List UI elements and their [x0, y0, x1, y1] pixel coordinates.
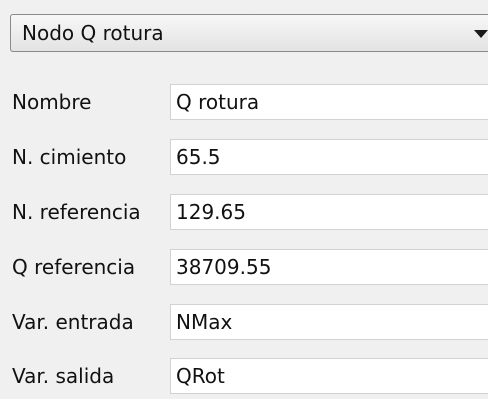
var-entrada-value: NMax [176, 310, 233, 334]
n-referencia-field[interactable]: 129.65 [170, 194, 488, 230]
q-referencia-field[interactable]: 38709.55 [170, 249, 488, 285]
n-cimiento-value: 65.5 [176, 145, 221, 169]
n-cimiento-field[interactable]: 65.5 [170, 139, 488, 175]
n-cimiento-label: N. cimiento [12, 145, 127, 169]
node-selector-value: Nodo Q rotura [22, 21, 164, 45]
var-salida-label: Var. salida [12, 364, 115, 388]
var-entrada-label: Var. entrada [12, 310, 134, 334]
chevron-down-icon[interactable] [474, 30, 488, 38]
nombre-field[interactable]: Q rotura [170, 84, 488, 120]
var-salida-value: QRot [176, 364, 225, 388]
var-salida-field[interactable]: QRot [170, 358, 488, 394]
n-referencia-value: 129.65 [176, 200, 246, 224]
node-properties-panel: Nodo Q rotura Nombre Q rotura N. cimient… [0, 0, 488, 399]
q-referencia-value: 38709.55 [176, 255, 272, 279]
q-referencia-label: Q referencia [12, 255, 136, 279]
nombre-label: Nombre [12, 90, 92, 114]
nombre-value: Q rotura [176, 90, 260, 114]
var-entrada-field[interactable]: NMax [170, 304, 488, 340]
n-referencia-label: N. referencia [12, 200, 141, 224]
node-selector-dropdown[interactable]: Nodo Q rotura [10, 14, 488, 52]
